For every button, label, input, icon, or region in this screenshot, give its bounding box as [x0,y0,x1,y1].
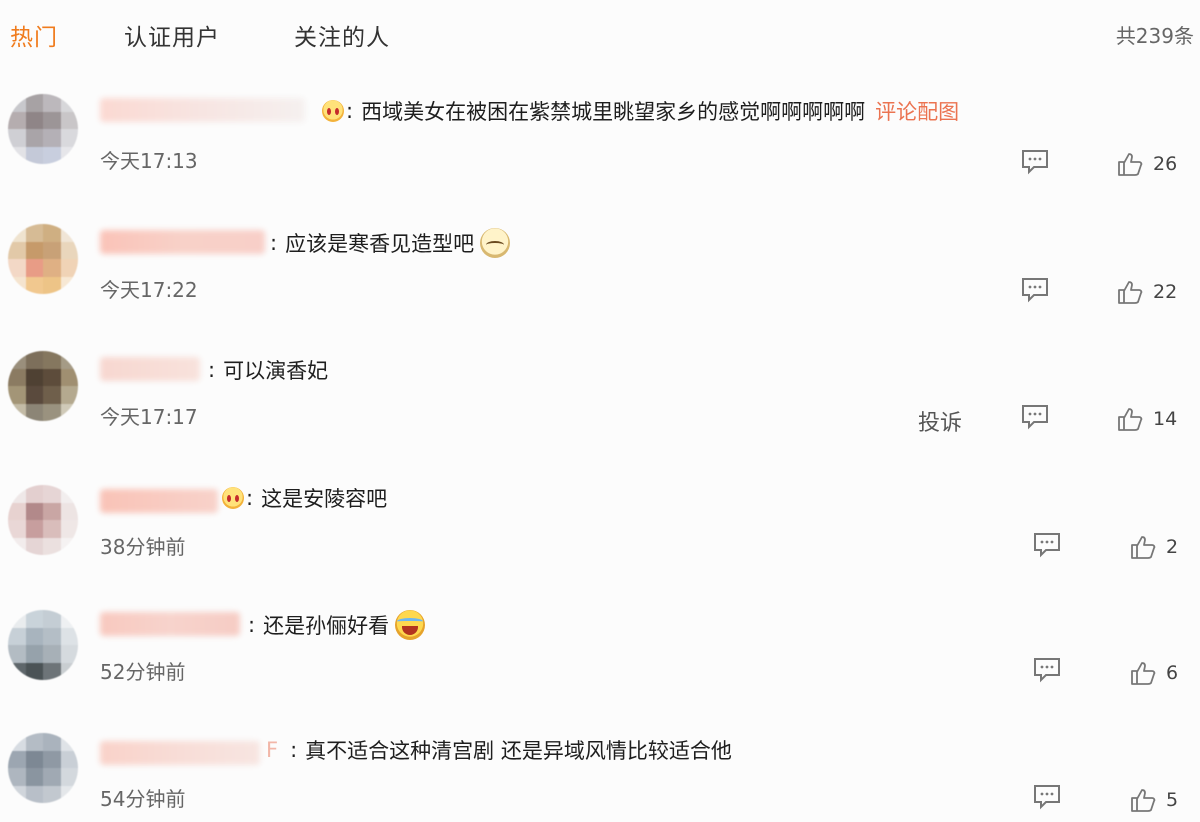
username-blurred[interactable] [100,741,260,765]
comment-text: 西域美女在被困在紫禁城里眺望家乡的感觉啊啊啊啊啊 [361,100,866,124]
thumbs-up-icon [1118,153,1143,176]
comment-item: : 西域美女在被困在紫禁城里眺望家乡的感觉啊啊啊啊啊 评论配图 今天17:13 … [0,88,1200,208]
comment-bubble-icon [1034,658,1060,683]
comment-item: : 这是安陵容吧 38分钟前 2 [0,475,1200,595]
thumbs-up-icon [1131,662,1156,685]
avatar[interactable] [8,351,78,421]
like-button[interactable]: 14 [1117,404,1177,434]
like-count: 5 [1166,789,1179,811]
comment-item: F : 真不适合这种清宫剧 还是异域风情比较适合他 54分钟前 5 [0,725,1200,822]
username-tail: F [266,738,279,762]
avatar[interactable] [8,224,78,294]
thumbs-up-icon [1118,408,1143,431]
like-button[interactable]: 22 [1117,277,1177,307]
comment-item: : 可以演香妃 今天17:17 投诉 14 [0,345,1200,465]
thumbs-up-icon [1131,789,1156,812]
comment-time: 今天17:13 [100,149,198,173]
reply-button[interactable] [1020,146,1050,176]
username-blurred[interactable] [100,98,305,122]
like-count: 6 [1166,662,1179,684]
crying-face-icon [322,100,344,122]
avatar[interactable] [8,94,78,164]
shy-face-icon [480,228,511,258]
avatar[interactable] [8,610,78,680]
comment-bubble-icon [1022,150,1048,175]
comment-item: : 还是孙俪好看 52分钟前 6 [0,600,1200,720]
like-count: 22 [1153,281,1178,303]
like-count: 2 [1166,536,1179,558]
tab-verified-users[interactable]: 认证用户 [124,18,220,52]
like-button[interactable]: 2 [1130,532,1178,562]
comment-text: 这是安陵容吧 [261,487,388,511]
reply-button[interactable] [1020,401,1050,431]
comment-total-count: 共239条 [1115,24,1194,48]
comment-body: : 西域美女在被困在紫禁城里眺望家乡的感觉啊啊啊啊啊 评论配图 [318,96,959,126]
comment-time: 38分钟前 [100,535,186,559]
comment-body: : 可以演香妃 [208,355,328,385]
username-blurred[interactable] [100,230,265,254]
like-button[interactable]: 26 [1117,149,1177,179]
tab-hot[interactable]: 热门 [10,18,58,52]
comment-body: : 这是安陵容吧 [218,483,387,513]
comment-body: F : 真不适合这种清宫剧 还是异域风情比较适合他 [266,735,732,765]
comment-time: 今天17:17 [100,405,198,429]
comment-image-link[interactable]: 评论配图 [875,96,959,126]
comment-text: 还是孙俪好看 [263,614,390,638]
comment-tabs: 热门 认证用户 关注的人 共239条 [0,0,1200,70]
comment-bubble-icon [1034,785,1060,810]
like-button[interactable]: 6 [1130,658,1178,688]
avatar[interactable] [8,485,78,555]
thumbs-up-icon [1118,281,1143,304]
comment-time: 52分钟前 [100,660,186,684]
report-button[interactable]: 投诉 [918,405,962,437]
comment-text: 可以演香妃 [223,359,329,383]
avatar[interactable] [8,733,78,803]
comment-time: 今天17:22 [100,278,198,302]
comment-bubble-icon [1034,533,1060,558]
comment-bubble-icon [1022,278,1048,303]
comment-item: : 应该是寒香见造型吧 今天17:22 22 [0,216,1200,336]
username-blurred[interactable] [100,357,200,381]
tab-following[interactable]: 关注的人 [294,18,390,52]
username-blurred[interactable] [100,489,218,513]
comment-text: 真不适合这种清宫剧 还是异域风情比较适合他 [305,739,732,763]
reply-button[interactable] [1032,654,1062,684]
username-blurred[interactable] [100,612,240,636]
like-count: 14 [1153,408,1178,430]
comment-body: : 还是孙俪好看 [248,610,426,640]
crying-face-icon [222,487,244,509]
reply-button[interactable] [1032,529,1062,559]
comment-bubble-icon [1022,405,1048,430]
reply-button[interactable] [1032,781,1062,811]
thumbs-up-icon [1131,536,1156,559]
comment-text: 应该是寒香见造型吧 [285,232,475,256]
like-count: 26 [1153,153,1178,175]
reply-button[interactable] [1020,274,1050,304]
laughing-tears-face-icon [395,610,426,640]
like-button[interactable]: 5 [1130,785,1178,815]
comment-body: : 应该是寒香见造型吧 [270,228,511,258]
comment-time: 54分钟前 [100,787,186,811]
